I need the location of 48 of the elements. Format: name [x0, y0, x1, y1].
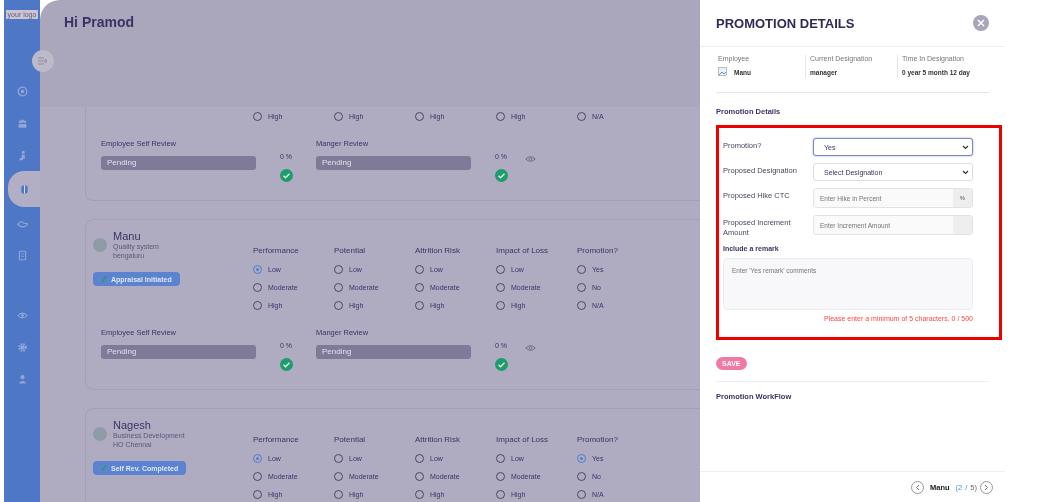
menu-arrow-icon: [37, 57, 49, 65]
greeting-title: Hi Pramod: [64, 14, 135, 30]
avatar: [93, 427, 107, 441]
criterion-title: Potential: [334, 246, 367, 257]
target-icon: [16, 85, 28, 97]
addon-box: [953, 216, 972, 234]
next-button[interactable]: [980, 480, 993, 494]
criterion-title: Potential: [334, 435, 367, 446]
eye-icon[interactable]: [525, 155, 536, 163]
review-status-field[interactable]: Pending: [316, 155, 471, 170]
check-badge-icon: [494, 169, 508, 182]
caret-icon: [962, 144, 969, 150]
criterion-title: Attrition Risk: [415, 435, 461, 446]
review-status-field[interactable]: Pending: [101, 155, 256, 170]
review-status-field[interactable]: Pending: [316, 344, 471, 359]
pencil-icon: [101, 464, 107, 472]
criterion-title: Impact of Loss: [496, 246, 550, 257]
team-icon: [16, 117, 28, 129]
check-badge-icon: [494, 358, 508, 371]
drawer-title: PROMOTION DETAILS: [716, 15, 855, 31]
employee-name: Manu: [113, 230, 142, 242]
chevron-right-icon: [984, 483, 989, 491]
criterion-title: Promotion?: [577, 435, 619, 446]
criterion-title: Performance: [253, 246, 300, 257]
collapse-button[interactable]: [32, 50, 54, 72]
book-icon: [18, 183, 30, 195]
employee-name: Nagesh: [113, 419, 152, 431]
check-badge-icon: [279, 358, 293, 371]
close-icon: [977, 19, 985, 27]
review-status-field[interactable]: Pending: [101, 344, 256, 359]
previous-button[interactable]: [910, 480, 924, 494]
caret-icon: [962, 169, 969, 175]
close-button[interactable]: [973, 15, 989, 31]
criterion-title: Performance: [253, 435, 300, 446]
chevron-left-icon: [914, 483, 920, 491]
eye-icon: [16, 309, 28, 321]
nav-item[interactable]: [8, 171, 40, 207]
criterion-title: Promotion?: [577, 246, 619, 257]
broken-image-icon: [718, 67, 728, 77]
avatar: [93, 238, 107, 252]
pencil-icon: [101, 275, 107, 283]
document-icon: [16, 249, 28, 261]
user-icon: [16, 373, 28, 385]
criterion-title: Attrition Risk: [415, 246, 461, 257]
eye-icon[interactable]: [525, 344, 536, 352]
settings-icon: [16, 341, 28, 353]
check-badge-icon: [279, 169, 293, 182]
criterion-title: Impact of Loss: [496, 435, 550, 446]
